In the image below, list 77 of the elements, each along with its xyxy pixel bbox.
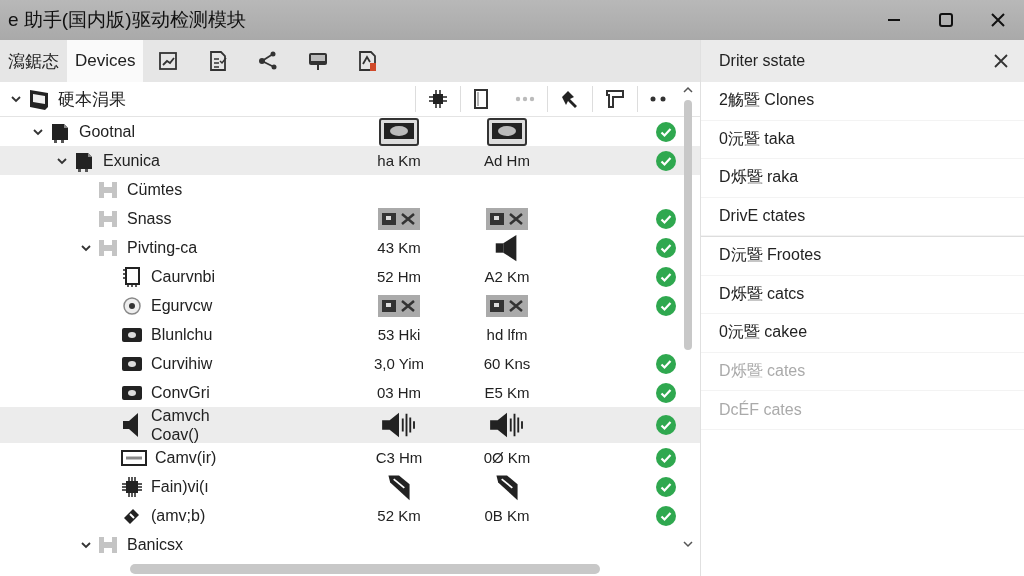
device-name: Banicsx bbox=[126, 535, 185, 555]
panel-icon bbox=[378, 207, 420, 230]
table-cell: 0Ø Km bbox=[483, 449, 531, 466]
maximize-icon[interactable] bbox=[939, 13, 953, 27]
device-name: Camv(ir) bbox=[154, 448, 218, 468]
page-icon[interactable] bbox=[473, 89, 491, 109]
table-cell: 60 Kns bbox=[483, 355, 531, 372]
table-cell: hd lfm bbox=[486, 326, 528, 343]
state-item[interactable]: 0沅暨 cakee bbox=[701, 314, 1024, 353]
tab[interactable]: Devices bbox=[67, 40, 144, 82]
tab[interactable]: 瀉鋸态 bbox=[0, 40, 67, 82]
state-item[interactable]: 2觞暨 Clones bbox=[701, 82, 1024, 121]
device-name: Pivting-ca bbox=[126, 238, 199, 258]
tree-row[interactable]: Gootnal bbox=[0, 117, 700, 146]
chip-icon bbox=[121, 475, 143, 498]
panel-icon bbox=[378, 294, 420, 317]
table-cell: 3,0 Yim bbox=[374, 355, 424, 372]
table-cell: 52 Km bbox=[377, 507, 421, 524]
table-cell: E5 Km bbox=[484, 384, 530, 401]
state-item[interactable]: D烁暨 catcs bbox=[701, 275, 1024, 314]
table-cell: C3 Hm bbox=[375, 449, 423, 466]
close-icon bbox=[994, 54, 1008, 68]
panel-title: Driter sstate bbox=[719, 52, 807, 70]
device-name: Egurvcw bbox=[150, 296, 214, 316]
device-name: (amv;b) bbox=[150, 506, 207, 526]
scrollbar[interactable] bbox=[130, 564, 600, 574]
chip-icon[interactable] bbox=[428, 89, 448, 109]
circuit-board-icon bbox=[121, 265, 143, 288]
table-cell: 43 Km bbox=[377, 239, 421, 256]
tree-row[interactable]: Banicsx bbox=[0, 530, 700, 559]
state-item[interactable]: D沅暨 Frootes bbox=[701, 237, 1024, 276]
brush-icon[interactable] bbox=[605, 89, 625, 109]
tree-row[interactable]: Caurvnbi 52 Hm A2 Km bbox=[0, 262, 700, 291]
device-name: Exunica bbox=[102, 151, 161, 171]
table-cell: A2 Km bbox=[484, 268, 530, 285]
tree-row[interactable]: Fain)vi(ı bbox=[0, 472, 700, 501]
panel-icon bbox=[486, 294, 528, 317]
tree-row[interactable]: Camv(ir) C3 Hm 0Ø Km bbox=[0, 443, 700, 472]
tree-row[interactable]: Snass bbox=[0, 204, 700, 233]
device-name: Cümtes bbox=[126, 180, 184, 200]
device-name: Snass bbox=[126, 209, 173, 229]
device-name: ConvGri bbox=[150, 383, 211, 403]
more-icon[interactable] bbox=[650, 96, 666, 102]
device-name: Blunlchu bbox=[150, 325, 214, 345]
tree-row[interactable]: Curvihiw 3,0 Yim 60 Kns bbox=[0, 349, 700, 378]
close-icon[interactable] bbox=[991, 13, 1005, 27]
table-cell: 53 Hki bbox=[377, 326, 421, 343]
pin-icon[interactable] bbox=[560, 89, 580, 109]
tree-row[interactable]: ConvGri 03 Hm E5 Km bbox=[0, 378, 700, 407]
tree-row[interactable]: (amv;b) 52 Km 0B Km bbox=[0, 501, 700, 530]
table-cell: 03 Hm bbox=[376, 384, 422, 401]
state-item[interactable]: D烁暨 raka bbox=[701, 159, 1024, 198]
state-item[interactable]: DrivE ctates bbox=[701, 197, 1024, 236]
device-name: Curvihiw bbox=[150, 354, 214, 374]
device-name: Gootnal bbox=[78, 122, 137, 142]
tree-row[interactable]: Camvch Coav() bbox=[0, 407, 700, 443]
device-name: Fain)vi(ı bbox=[150, 477, 210, 497]
table-cell: 0B Km bbox=[484, 507, 530, 524]
monitor-icon bbox=[307, 50, 330, 72]
chart-icon bbox=[157, 50, 180, 72]
table-cell: ha Km bbox=[377, 152, 421, 169]
device-name: Caurvnbi bbox=[150, 267, 217, 287]
tree-root-label[interactable]: 硬本涓果 bbox=[58, 87, 409, 111]
device-name: Camvch Coav() bbox=[150, 406, 211, 445]
window-title: e 助手(国内版)驱动检测模块 bbox=[8, 8, 247, 32]
tree-row[interactable]: Pivting-ca 43 Km bbox=[0, 233, 700, 262]
tree-row[interactable]: Blunlchu 53 Hki hd lfm bbox=[0, 320, 700, 349]
tree-row[interactable]: Egurvcw bbox=[0, 291, 700, 320]
label-icon bbox=[121, 448, 147, 467]
table-cell: Ad Hm bbox=[484, 152, 530, 169]
panel-icon bbox=[486, 207, 528, 230]
tree-row[interactable]: Cümtes bbox=[0, 175, 700, 204]
state-item[interactable]: 0沅暨 taka bbox=[701, 120, 1024, 159]
tree-row[interactable]: Exunica ha Km Ad Hm bbox=[0, 146, 700, 175]
round-device-icon bbox=[121, 294, 143, 317]
table-cell: 52 Hm bbox=[376, 268, 422, 285]
checklist-icon bbox=[207, 50, 230, 72]
